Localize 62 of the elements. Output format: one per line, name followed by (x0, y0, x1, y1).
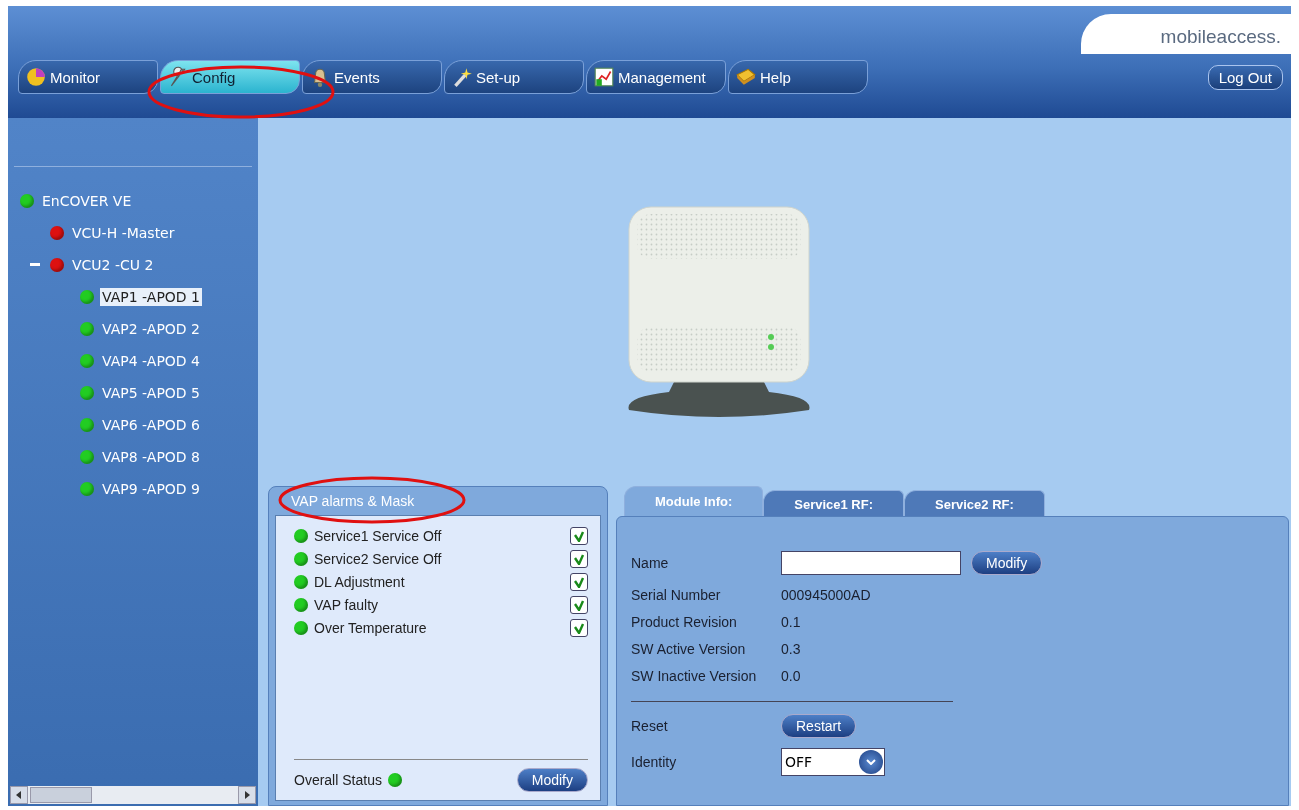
checkmark-icon (573, 575, 585, 588)
field-value: 0.1 (781, 613, 801, 630)
checkmark-icon (573, 598, 585, 611)
field-label: Serial Number (631, 586, 722, 603)
log-out-button[interactable]: Log Out (1207, 64, 1283, 90)
scroll-left-button[interactable] (10, 786, 28, 804)
logo: mobileaccess. (1080, 14, 1291, 54)
collapse-icon[interactable] (30, 263, 40, 267)
mask-checkbox[interactable] (570, 595, 588, 614)
field-label: SW Inactive Version (631, 667, 758, 684)
tree-item[interactable]: VCU-H -Master (70, 224, 177, 242)
modify-button[interactable]: Modify (516, 768, 588, 792)
field-label: Reset (631, 718, 669, 734)
nav-tab[interactable]: Monitor (18, 60, 158, 94)
nav-tab[interactable]: Help (728, 60, 868, 94)
alarm-label: Over Temperature (314, 619, 428, 636)
overall-status-label: Overall Status (294, 772, 382, 788)
panel-title: VAP alarms & Mask (290, 492, 416, 511)
field-label: Identity (631, 754, 678, 770)
tree-item[interactable]: VAP5 -APOD 5 (100, 384, 202, 402)
pie-chart-icon (25, 66, 47, 88)
field-label: Product Revision (631, 613, 738, 630)
nav-tab[interactable]: Config (160, 60, 300, 94)
alarm-label: VAP faulty (314, 596, 380, 613)
nav-tab[interactable]: Management (586, 60, 726, 94)
alarm-label: Service2 Service Off (314, 550, 443, 567)
mask-checkbox[interactable] (570, 526, 588, 545)
mask-checkbox[interactable] (570, 572, 588, 591)
tab[interactable]: Service1 RF: (763, 490, 905, 516)
nav-tab[interactable]: Set-up (444, 60, 584, 94)
modify-button[interactable]: Modify (971, 551, 1043, 575)
field-value: 0.3 (781, 640, 801, 657)
tree-item[interactable]: VAP8 -APOD 8 (100, 448, 202, 466)
scroll-right-button[interactable] (238, 786, 256, 804)
field-value: 000945000AD (781, 586, 871, 603)
mask-checkbox[interactable] (570, 549, 588, 568)
tree-item[interactable]: VAP2 -APOD 2 (100, 320, 202, 338)
tab[interactable]: Service2 RF: (904, 490, 1045, 516)
field-label: SW Active Version (631, 640, 747, 657)
checkmark-icon (573, 552, 585, 565)
chart-icon (593, 66, 615, 88)
alarm-label: DL Adjustment (314, 573, 406, 590)
magic-wand-icon (451, 66, 473, 88)
name-field[interactable] (781, 551, 961, 575)
right-arrow-icon (244, 791, 250, 799)
field-label: Name (631, 555, 670, 571)
restart-button[interactable]: Restart (781, 714, 857, 738)
identity-dropdown[interactable]: OFF (781, 748, 885, 776)
tree-item[interactable]: VAP6 -APOD 6 (100, 416, 202, 434)
tree-item[interactable]: VAP4 -APOD 4 (100, 352, 202, 370)
alarm-label: Service1 Service Off (314, 527, 443, 544)
horizontal-scrollbar[interactable] (10, 786, 256, 804)
field-value: 0.0 (781, 667, 801, 684)
checkmark-icon (573, 529, 585, 542)
tree-item[interactable]: VAP1 -APOD 1 (100, 288, 202, 306)
tree-item[interactable]: VAP9 -APOD 9 (100, 480, 202, 498)
tree-item[interactable]: VCU2 -CU 2 (70, 256, 156, 274)
tree-item[interactable]: EnCOVER VE (40, 192, 134, 210)
nav-tab[interactable]: Events (302, 60, 442, 94)
checkmark-icon (573, 621, 585, 634)
left-arrow-icon (16, 791, 22, 799)
mask-checkbox[interactable] (570, 618, 588, 637)
